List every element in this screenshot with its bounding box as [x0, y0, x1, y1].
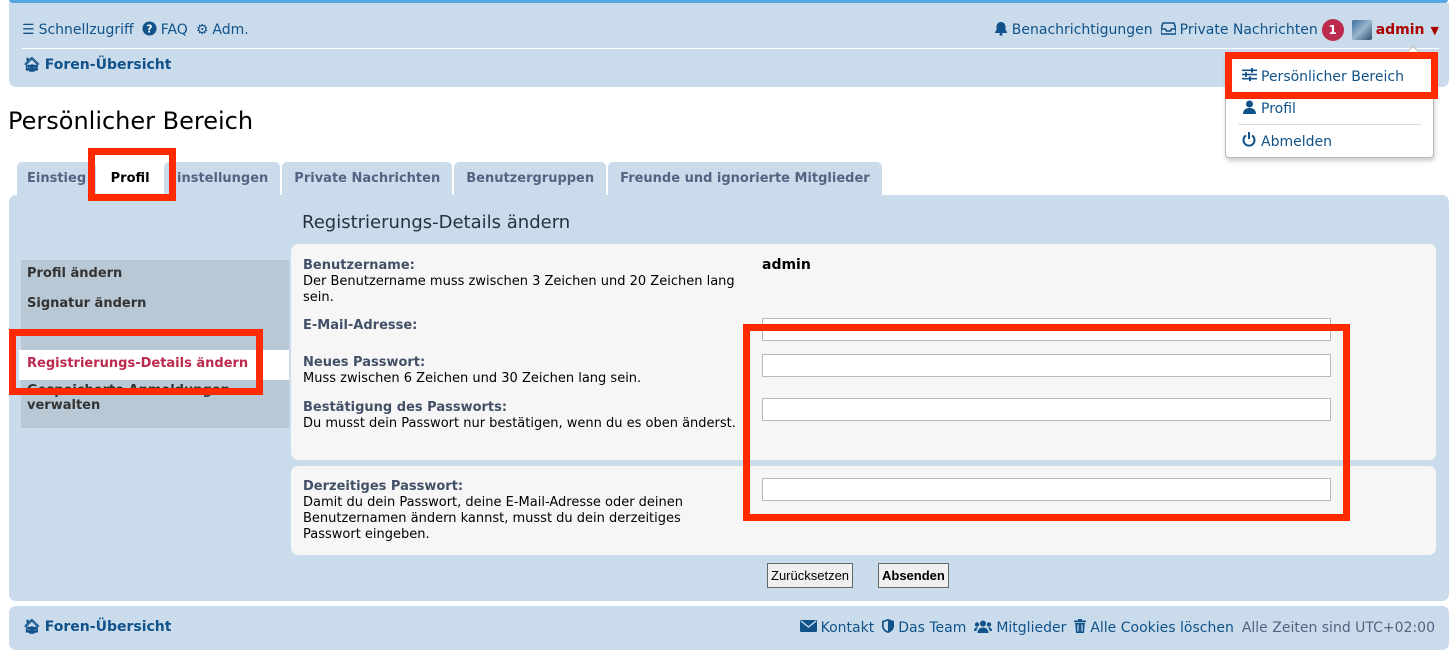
help-icon: ? [142, 20, 157, 40]
dropdown-divider [1238, 124, 1421, 125]
svg-text:?: ? [146, 23, 152, 35]
tab-preferences[interactable]: Einstellungen [164, 162, 281, 195]
dropdown-label-logout: Abmelden [1261, 133, 1332, 150]
team-link[interactable]: Das Team [882, 619, 966, 637]
user-nav: Benachrichtigungen Private Nachrichten 1… [994, 19, 1439, 41]
dropdown-divider [1238, 92, 1421, 93]
members-label: Mitglieder [996, 620, 1067, 636]
delete-cookies-label: Alle Cookies löschen [1090, 620, 1234, 636]
side-menu: Profil ändern Signatur ändern Registrier… [19, 260, 289, 428]
admin-cp-link[interactable]: ⚙ Adm. [196, 22, 249, 38]
team-label: Das Team [898, 620, 967, 636]
dropdown-item-logout[interactable]: Abmelden [1240, 132, 1332, 151]
username-label: Benutzername: [303, 258, 415, 273]
tab-private-messages[interactable]: Private Nachrichten [282, 162, 453, 195]
quick-access-label: Schnellzugriff [38, 22, 134, 38]
confirm-password-label: Bestätigung des Passworts: [303, 400, 508, 415]
footer-breadcrumb-label: Foren-Übersicht [44, 619, 172, 635]
menu-icon: ☰ [22, 22, 35, 38]
timezone-text: Alle Zeiten sind UTC+02:00 [1241, 620, 1435, 636]
new-password-input[interactable] [762, 354, 1331, 377]
private-messages-link[interactable]: Private Nachrichten [1159, 21, 1318, 39]
tab-friends-foes[interactable]: Freunde und ignorierte Mitglieder [608, 162, 882, 195]
envelope-icon [799, 620, 817, 636]
confirm-password-hint: Du musst dein Passwort nur bestätigen, w… [303, 416, 736, 431]
shield-icon [882, 619, 895, 637]
user-icon [1240, 100, 1258, 118]
confirm-password-label-block: Bestätigung des Passworts: Du musst dein… [303, 400, 743, 432]
avatar[interactable] [1351, 20, 1372, 40]
username-label-block: Benutzername: Der Benutzername muss zwis… [303, 258, 743, 306]
username-link[interactable]: admin [1376, 22, 1425, 38]
footer-links: Kontakt Das Team Mitglieder Alle Cookies… [799, 619, 1435, 637]
email-label: E-Mail-Adresse: [303, 318, 418, 333]
users-icon [974, 620, 993, 637]
reset-button[interactable]: Zurücksetzen [767, 563, 854, 588]
navbar: ☰ Schnellzugriff ? FAQ ⚙ Adm. Benachrich… [22, 15, 1439, 45]
dropdown-label-profile: Profil [1261, 101, 1296, 117]
dropdown-item-ucp[interactable]: Persönlicher Bereich [1240, 68, 1404, 85]
menu-item-edit-profile[interactable]: Profil ändern [21, 260, 289, 290]
username-value: admin [762, 257, 811, 273]
footer-bar: 🏠︎ Foren-Übersicht Kontakt Das Team Mitgl… [9, 606, 1449, 650]
new-password-hint: Muss zwischen 6 Zeichen und 30 Zeichen l… [303, 371, 642, 386]
tab-usergroups[interactable]: Benutzergruppen [454, 162, 607, 195]
breadcrumb-label: Foren-Übersicht [44, 57, 172, 73]
menu-item-registration-details[interactable]: Registrierungs-Details ändern [19, 350, 289, 380]
confirm-password-input[interactable] [762, 398, 1331, 421]
new-password-label: Neues Passwort: [303, 355, 426, 370]
caret-down-icon[interactable]: ▼ [1431, 24, 1439, 37]
members-link[interactable]: Mitglieder [974, 620, 1066, 637]
breadcrumb[interactable]: 🏠︎ Foren-Übersicht [23, 57, 171, 73]
tab-overview[interactable]: Einstieg [17, 162, 97, 195]
email-input[interactable] [762, 318, 1331, 341]
faq-link[interactable]: ? FAQ [142, 20, 188, 40]
delete-cookies-link[interactable]: Alle Cookies löschen [1074, 619, 1234, 637]
user-dropdown-menu: Persönlicher Bereich Profil Abmelden [1225, 45, 1434, 158]
home-icon: 🏠︎ [23, 619, 41, 635]
trash-icon [1074, 619, 1087, 637]
cogs-icon: ⚙ [195, 22, 209, 38]
page-title: Persönlicher Bereich [8, 107, 254, 135]
inbox-icon [1159, 21, 1177, 39]
home-icon: 🏠︎ [23, 57, 41, 73]
menu-item-saved-logins[interactable]: Gespeicherte Anmeldungen verwalten [21, 380, 289, 428]
dropdown-label-ucp: Persönlicher Bereich [1261, 68, 1404, 85]
current-password-label-block: Derzeitiges Passwort: Damit du dein Pass… [303, 479, 723, 543]
navbar-divider [22, 48, 1439, 49]
private-messages-label: Private Nachrichten [1179, 22, 1318, 38]
faq-label: FAQ [160, 22, 188, 38]
bell-icon [994, 21, 1008, 40]
new-password-label-block: Neues Passwort: Muss zwischen 6 Zeichen … [303, 355, 743, 387]
quick-access-link[interactable]: ☰ Schnellzugriff [22, 22, 134, 38]
section-title: Registrierungs-Details ändern [302, 212, 571, 233]
admin-cp-label: Adm. [212, 22, 249, 38]
current-password-label: Derzeitiges Passwort: [303, 479, 464, 494]
current-password-hint: Damit du dein Passwort, deine E-Mail-Adr… [303, 495, 684, 542]
menu-item-edit-avatar[interactable] [21, 320, 289, 350]
username-hint: Der Benutzername muss zwischen 3 Zeichen… [303, 274, 735, 305]
current-password-input[interactable] [762, 478, 1331, 501]
notifications-label: Benachrichtigungen [1011, 22, 1153, 38]
footer-breadcrumb[interactable]: 🏠︎ Foren-Übersicht [23, 619, 171, 635]
pm-count-badge[interactable]: 1 [1321, 19, 1344, 41]
contact-label: Kontakt [820, 620, 875, 636]
ucp-tabs: Einstieg Profil Einstellungen Private Na… [17, 162, 884, 195]
notifications-link[interactable]: Benachrichtigungen [994, 21, 1153, 40]
contact-link[interactable]: Kontakt [799, 620, 875, 636]
menu-item-edit-signature[interactable]: Signatur ändern [21, 290, 289, 320]
dropdown-item-profile[interactable]: Profil [1240, 100, 1296, 118]
power-icon [1240, 132, 1258, 151]
email-label-block: E-Mail-Adresse: [303, 318, 743, 334]
tab-profile[interactable]: Profil [98, 166, 163, 192]
submit-button[interactable]: Absenden [878, 563, 949, 588]
sliders-icon [1240, 68, 1258, 85]
